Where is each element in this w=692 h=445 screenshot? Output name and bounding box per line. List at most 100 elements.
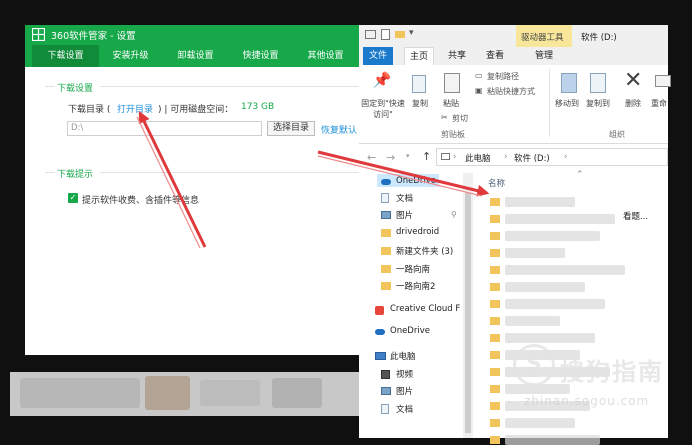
nav-item[interactable]: 一路向南 xyxy=(359,262,463,276)
new-folder-icon[interactable] xyxy=(395,31,405,38)
nav-item-label: 一路向南 xyxy=(396,265,431,275)
file-row-blurred[interactable] xyxy=(505,418,575,428)
nav-item[interactable]: 视频 xyxy=(359,367,463,381)
tips-group-title: 下载提示 xyxy=(57,170,94,180)
paste-shortcut-button[interactable]: 粘贴快捷方式 xyxy=(487,86,535,97)
file-row-blurred[interactable] xyxy=(505,197,575,207)
address-input[interactable]: › 此电脑 › 软件 (D:) › xyxy=(436,148,668,166)
rename-icon xyxy=(655,75,671,87)
file-row-blurred[interactable] xyxy=(505,214,615,224)
nav-item-label: 图片 xyxy=(396,387,414,397)
move-to-icon xyxy=(561,73,577,93)
sort-chevron-icon: ⌃ xyxy=(576,170,584,180)
file-row-blurred[interactable] xyxy=(505,282,585,292)
download-path-input[interactable]: D:\ xyxy=(67,121,262,136)
nav-item-label: 新建文件夹 (3) xyxy=(396,247,454,257)
nav-item[interactable]: Creative Cloud F xyxy=(359,303,463,317)
paste-button[interactable]: 粘贴 xyxy=(439,98,463,109)
pin-quick-access-button[interactable]: 固定到"快速访问" xyxy=(361,98,405,120)
address-bar-row: ← → ▾ ↑ › 此电脑 › 软件 (D:) › xyxy=(359,147,668,169)
nav-item[interactable]: 图片 xyxy=(359,384,463,398)
tab-install-upgrade[interactable]: 安装升级 xyxy=(97,45,164,67)
tab-manage[interactable]: 管理 xyxy=(529,47,559,65)
copy-to-button[interactable]: 复制到 xyxy=(583,98,613,109)
recent-locations-icon[interactable]: ▾ xyxy=(406,152,410,160)
organize-group-label: 组织 xyxy=(609,130,625,139)
paste-shortcut-icon: ▣ xyxy=(475,86,483,95)
folder-icon xyxy=(490,368,500,376)
tab-download-settings[interactable]: 下载设置 xyxy=(32,45,99,67)
group-divider xyxy=(45,86,55,87)
breadcrumb-separator: › xyxy=(453,152,457,162)
rename-button[interactable]: 重命 xyxy=(651,98,671,109)
delete-button[interactable]: 删除 xyxy=(621,98,645,109)
file-row-blurred[interactable] xyxy=(505,316,560,326)
tab-uninstall-settings[interactable]: 卸载设置 xyxy=(162,45,229,67)
tab-other-settings[interactable]: 其他设置 xyxy=(292,45,359,67)
blurred-item xyxy=(272,378,322,408)
folder-icon xyxy=(381,282,391,290)
download-dir-label: 下载目录 ( xyxy=(68,105,111,115)
folder-icon xyxy=(490,436,500,444)
download-group-title: 下载设置 xyxy=(57,84,94,94)
folder-icon xyxy=(490,232,500,240)
scrollbar-thumb[interactable] xyxy=(465,193,471,433)
nav-item[interactable]: 新建文件夹 (3) xyxy=(359,244,463,258)
nav-item[interactable]: drivedroid xyxy=(359,226,463,240)
folder-icon xyxy=(490,215,500,223)
choose-directory-button[interactable]: 选择目录 xyxy=(267,121,315,136)
tab-shortcut-settings[interactable]: 快捷设置 xyxy=(227,45,294,67)
document-icon xyxy=(381,193,389,203)
properties-icon[interactable] xyxy=(381,29,390,40)
file-row-blurred[interactable] xyxy=(505,231,600,241)
navigation-scrollbar[interactable] xyxy=(463,173,473,438)
quick-access-dropdown-icon[interactable]: ▾ xyxy=(409,28,414,38)
file-row-blurred[interactable] xyxy=(505,248,565,258)
copy-button[interactable]: 复制 xyxy=(409,98,431,109)
free-space-value: 173 GB xyxy=(241,102,275,112)
open-directory-link[interactable]: 打开目录 xyxy=(117,102,153,115)
move-to-button[interactable]: 移动到 xyxy=(552,98,582,109)
breadcrumb-separator: › xyxy=(564,152,568,162)
nav-item[interactable]: 一路向南2 xyxy=(359,279,463,293)
nav-item-label: Creative Cloud F xyxy=(390,304,461,314)
nav-item[interactable]: 文档 xyxy=(359,402,463,416)
tab-home[interactable]: 主页 xyxy=(404,47,434,65)
copy-to-icon xyxy=(590,73,606,93)
document-icon xyxy=(381,404,389,414)
ribbon-home-panel: 📌 固定到"快速访问" 复制 粘贴 ▭ 复制路径 ▣ 粘贴快捷方式 ✂ 剪切 剪… xyxy=(359,65,671,144)
tips-checkbox[interactable]: ✓ xyxy=(68,193,78,203)
copy-path-button[interactable]: 复制路径 xyxy=(487,71,519,82)
folder-icon xyxy=(490,300,500,308)
nav-item[interactable]: 文档 xyxy=(359,191,463,205)
folder-icon xyxy=(490,198,500,206)
tab-view[interactable]: 查看 xyxy=(480,47,510,65)
app-logo-icon xyxy=(32,28,45,41)
folder-icon xyxy=(490,266,500,274)
restore-default-link[interactable]: 恢复默认 xyxy=(321,123,357,136)
file-row-blurred[interactable] xyxy=(505,265,625,275)
nav-item[interactable]: 此电脑 xyxy=(359,349,463,363)
forward-arrow-icon[interactable]: → xyxy=(386,151,395,164)
nav-item[interactable]: OneDrive xyxy=(359,175,463,189)
nav-item[interactable]: OneDrive xyxy=(359,325,463,339)
nav-item[interactable]: 图片 xyxy=(359,208,463,222)
breadcrumb-this-pc[interactable]: 此电脑 xyxy=(465,152,491,164)
column-header-name[interactable]: 名称 xyxy=(488,177,505,189)
group-divider xyxy=(100,172,365,173)
up-arrow-icon[interactable]: ↑ xyxy=(422,150,431,163)
blurred-taskbar xyxy=(10,372,359,416)
nav-item-label: 此电脑 xyxy=(390,352,416,362)
folder-icon xyxy=(381,229,391,237)
tab-file[interactable]: 文件 xyxy=(363,47,393,65)
file-row-blurred[interactable] xyxy=(505,333,595,343)
file-row-blurred[interactable] xyxy=(505,299,605,309)
blurred-item xyxy=(145,376,190,410)
folder-icon xyxy=(381,247,391,255)
breadcrumb-drive-d[interactable]: 软件 (D:) xyxy=(514,152,550,164)
sogou-logo-icon: S xyxy=(513,344,555,386)
back-arrow-icon[interactable]: ← xyxy=(367,151,376,164)
cut-button[interactable]: 剪切 xyxy=(452,113,468,124)
file-row-blurred[interactable] xyxy=(505,435,600,445)
tab-share[interactable]: 共享 xyxy=(442,47,472,65)
